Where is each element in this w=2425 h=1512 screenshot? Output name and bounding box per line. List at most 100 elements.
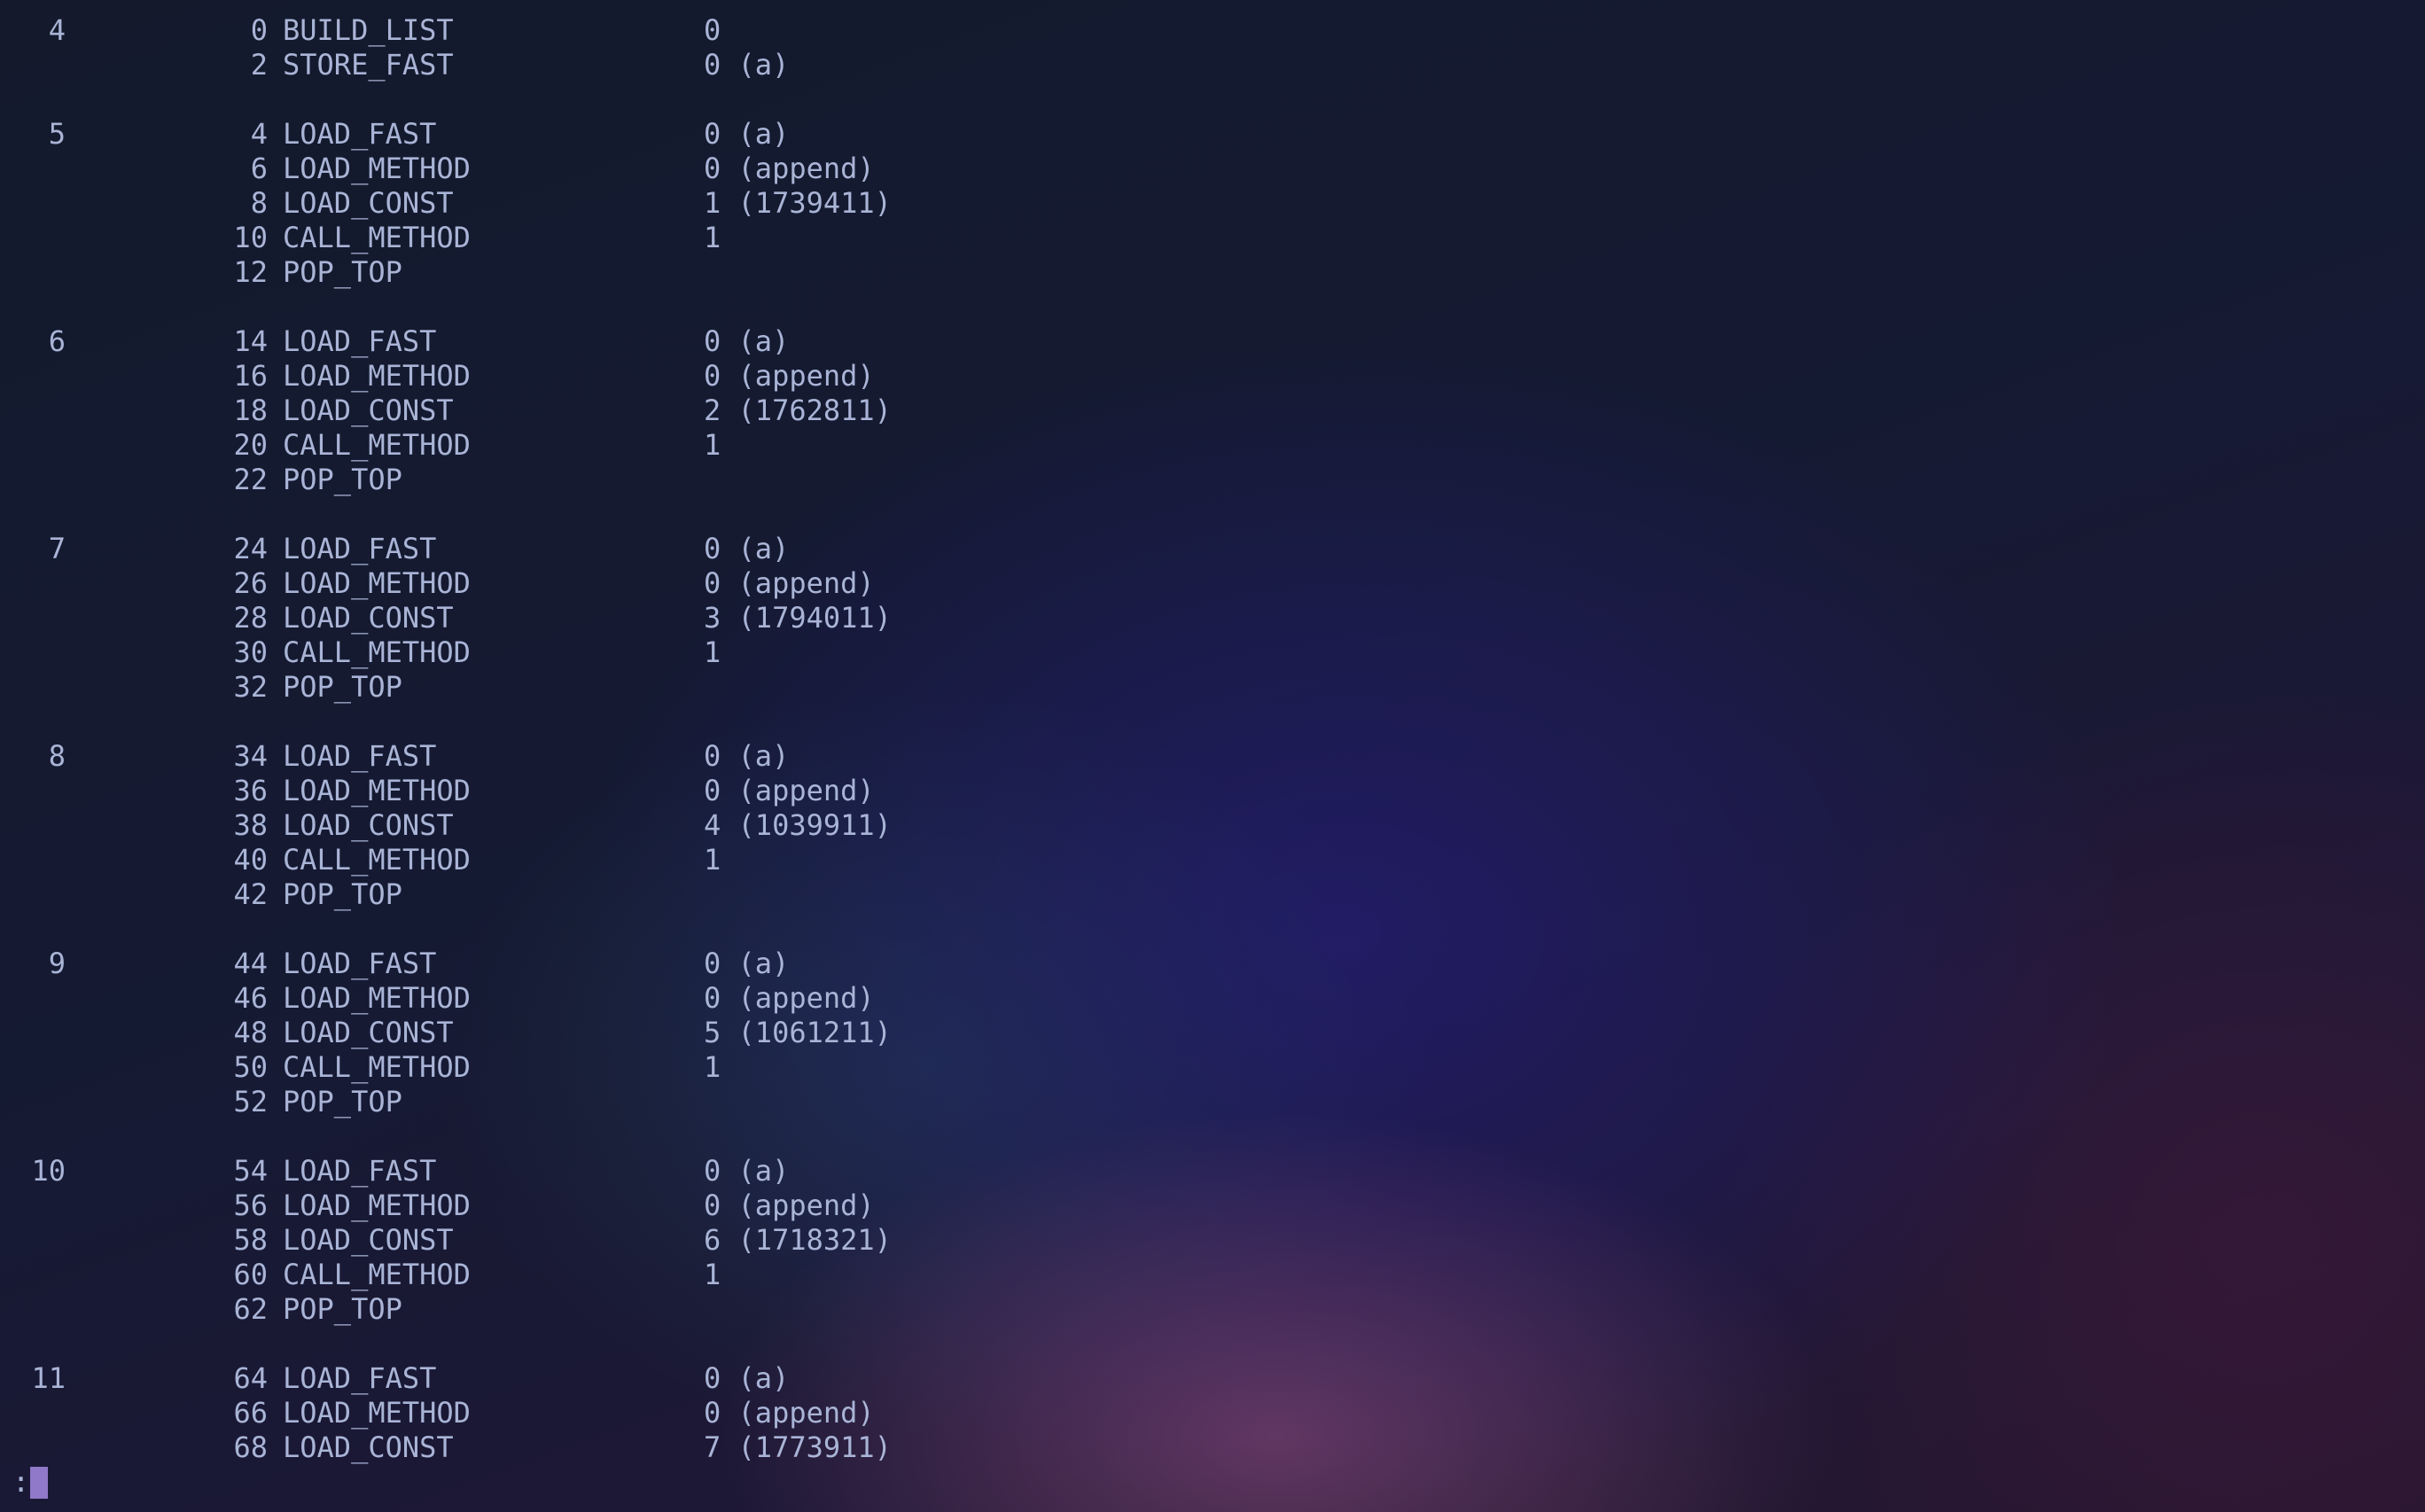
bytecode-offset: 32 [233,670,268,704]
opcode-argument: 0 (a) [704,324,790,358]
opcode-name: POP_TOP [283,463,402,496]
bytecode-line: 60 CALL_METHOD 1 [0,1258,1064,1292]
bytecode-offset: 24 [233,532,268,565]
pager-prompt: : [12,1465,30,1499]
bytecode-line: 46 LOAD_METHOD 0 (append) [0,981,1064,1016]
opcode-name: LOAD_FAST [283,532,437,565]
opcode-argument: 0 (a) [704,947,790,980]
source-line-number: 6 [48,324,66,358]
opcode-name: LOAD_FAST [283,947,437,980]
bytecode-listing: 4 0 BUILD_LIST 0 2 STORE_FAST 0 (a) 5 4 LOAD_FAST… [0,13,1064,1465]
opcode-argument: 0 (append) [704,981,875,1015]
bytecode-offset: 62 [233,1292,268,1326]
opcode-name: CALL_METHOD [283,428,471,462]
bytecode-offset: 20 [233,428,268,462]
bytecode-line: 58 LOAD_CONST 6 (1718321) [0,1223,1064,1258]
bytecode-line: 9 44 LOAD_FAST 0 (a) [0,947,1064,981]
opcode-argument: 0 (append) [704,152,875,185]
opcode-name: POP_TOP [283,877,402,911]
opcode-argument: 6 (1718321) [704,1223,892,1257]
opcode-argument: 1 (1739411) [704,186,892,220]
bytecode-line: 26 LOAD_METHOD 0 (append) [0,566,1064,601]
bytecode-offset: 60 [233,1258,268,1291]
opcode-name: LOAD_METHOD [283,1396,471,1430]
bytecode-offset: 36 [233,774,268,807]
opcode-argument: 0 (a) [704,117,790,151]
bytecode-line: 6 LOAD_METHOD 0 (append) [0,152,1064,186]
opcode-argument: 1 [704,1258,721,1291]
opcode-name: LOAD_METHOD [283,359,471,393]
bytecode-line: 66 LOAD_METHOD 0 (append) [0,1396,1064,1430]
bytecode-offset: 46 [233,981,268,1015]
opcode-argument: 0 (append) [704,359,875,393]
bytecode-line: 7 24 LOAD_FAST 0 (a) [0,532,1064,566]
opcode-name: LOAD_FAST [283,739,437,773]
bytecode-line: 32 POP_TOP [0,670,1064,705]
source-line-number: 10 [31,1154,66,1188]
opcode-argument: 2 (1762811) [704,394,892,427]
opcode-name: LOAD_CONST [283,1223,454,1257]
source-line-number: 8 [48,739,66,773]
opcode-name: LOAD_FAST [283,117,437,151]
opcode-argument: 5 (1061211) [704,1016,892,1049]
bytecode-offset: 54 [233,1154,268,1188]
bytecode-offset: 28 [233,601,268,635]
bytecode-line: 68 LOAD_CONST 7 (1773911) [0,1430,1064,1465]
opcode-name: LOAD_CONST [283,186,454,220]
opcode-name: CALL_METHOD [283,1258,471,1291]
opcode-name: POP_TOP [283,670,402,704]
bytecode-offset: 12 [233,255,268,289]
opcode-argument: 1 [704,428,721,462]
bytecode-offset: 10 [233,221,268,254]
bytecode-line: 50 CALL_METHOD 1 [0,1050,1064,1085]
bytecode-line: 28 LOAD_CONST 3 (1794011) [0,601,1064,635]
bytecode-offset: 26 [233,566,268,600]
bytecode-line: 36 LOAD_METHOD 0 (append) [0,774,1064,808]
source-line-number: 4 [48,13,66,47]
opcode-argument: 0 (a) [704,739,790,773]
bytecode-offset: 56 [233,1189,268,1222]
bytecode-line: 18 LOAD_CONST 2 (1762811) [0,394,1064,428]
source-line-number: 5 [48,117,66,151]
opcode-name: STORE_FAST [283,48,454,82]
bytecode-line: 16 LOAD_METHOD 0 (append) [0,359,1064,394]
text-cursor [30,1467,48,1499]
opcode-argument: 0 (a) [704,1361,790,1395]
opcode-argument: 1 [704,1050,721,1084]
bytecode-line: 20 CALL_METHOD 1 [0,428,1064,463]
opcode-name: CALL_METHOD [283,635,471,669]
opcode-argument: 0 [704,13,721,47]
opcode-name: CALL_METHOD [283,1050,471,1084]
bytecode-line: 62 POP_TOP [0,1292,1064,1327]
bytecode-offset: 14 [233,324,268,358]
bytecode-line: 12 POP_TOP [0,255,1064,290]
source-line-number: 9 [48,947,66,980]
opcode-argument: 0 (append) [704,774,875,807]
opcode-name: LOAD_METHOD [283,774,471,807]
opcode-argument: 0 (append) [704,1396,875,1430]
bytecode-line: 52 POP_TOP [0,1085,1064,1119]
bytecode-offset: 0 [250,13,268,47]
bytecode-offset: 66 [233,1396,268,1430]
opcode-argument: 3 (1794011) [704,601,892,635]
bytecode-offset: 58 [233,1223,268,1257]
terminal-window[interactable]: 4 0 BUILD_LIST 0 2 STORE_FAST 0 (a) 5 4 LOAD_FAST… [0,0,2425,1512]
source-line-number: 11 [31,1361,66,1395]
opcode-name: LOAD_METHOD [283,981,471,1015]
bytecode-line: 10 54 LOAD_FAST 0 (a) [0,1154,1064,1189]
opcode-name: LOAD_METHOD [283,1189,471,1222]
bytecode-offset: 42 [233,877,268,911]
bytecode-offset: 6 [250,152,268,185]
bytecode-offset: 22 [233,463,268,496]
opcode-argument: 0 (append) [704,1189,875,1222]
bytecode-line: 30 CALL_METHOD 1 [0,635,1064,670]
bytecode-offset: 34 [233,739,268,773]
bytecode-offset: 50 [233,1050,268,1084]
opcode-name: POP_TOP [283,1085,402,1118]
